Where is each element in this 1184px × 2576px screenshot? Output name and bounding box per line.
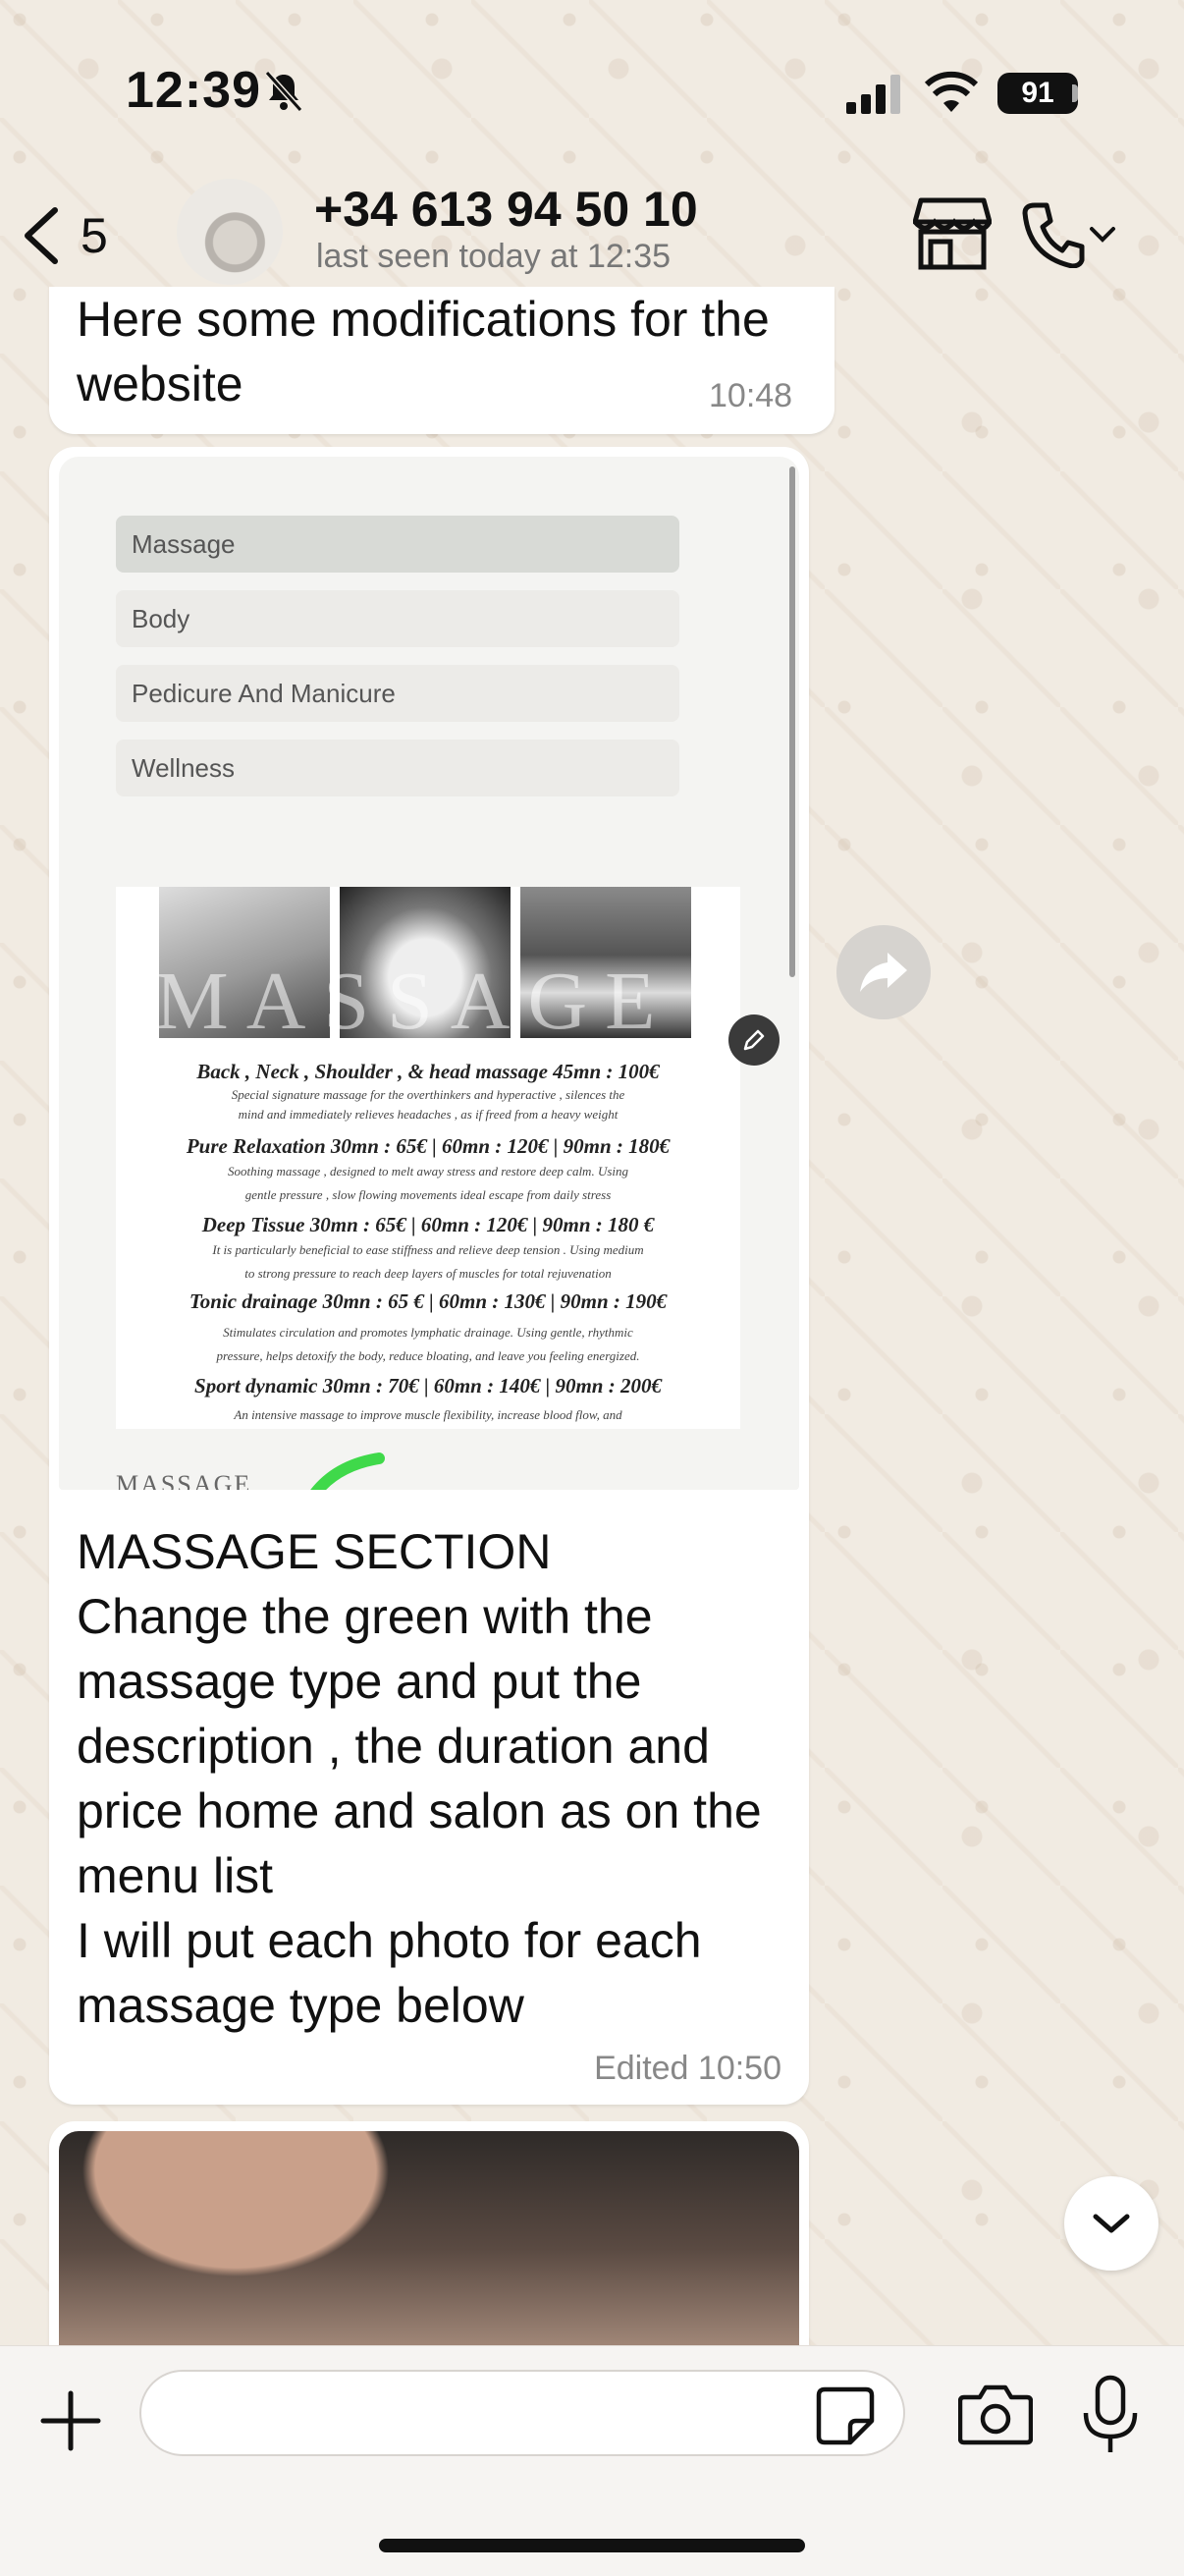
plus-icon[interactable] — [35, 2385, 106, 2456]
battery-nub — [1072, 84, 1078, 102]
forward-button[interactable] — [836, 925, 931, 1019]
poster-heading: Pure Relaxation 30mn : 65€ | 60mn : 120€… — [186, 1134, 671, 1158]
poster-description: pressure, helps detoxify the body, reduc… — [216, 1348, 640, 1363]
poster-heading: Deep Tissue 30mn : 65€ | 60mn : 120€ | 9… — [201, 1213, 655, 1236]
bell-slash-icon — [264, 70, 303, 113]
message-line: Change the green with the — [77, 1589, 653, 1644]
contact-name[interactable]: +34 613 94 50 10 — [314, 181, 698, 238]
chevron-down-icon — [1090, 227, 1115, 243]
phone-icon — [1022, 202, 1085, 268]
message-composer — [0, 2345, 1184, 2576]
edit-icon[interactable] — [728, 1014, 780, 1066]
chevron-down-icon — [1093, 2214, 1130, 2233]
chat-header: 5 +34 613 94 50 10 last seen today at 12… — [0, 167, 1184, 295]
poster-title: MASSAGE — [155, 956, 673, 1047]
camera-icon[interactable] — [958, 2382, 1033, 2446]
poster-description: It is particularly beneficial to ease st… — [212, 1242, 644, 1257]
wifi-icon — [925, 71, 978, 112]
poster-description: gentle pressure , slow flowing movements… — [244, 1187, 612, 1202]
massage-price-poster: MASSAGE Back , Neck , Shoulder , & head … — [116, 887, 740, 1429]
poster-description: Stimulates circulation and promotes lymp… — [223, 1325, 633, 1340]
signal-icon — [846, 75, 900, 114]
scroll-to-bottom-button[interactable] — [1064, 2176, 1158, 2271]
message-time: Edited 10:50 — [594, 2050, 781, 2087]
back-chevron-icon — [25, 207, 58, 264]
image-attachment[interactable]: Massage Body Pedicure And Manicure Welln… — [59, 457, 799, 1490]
message-bubble[interactable]: Here some modifications for the website … — [49, 287, 834, 434]
poster-description: Soothing massage , designed to melt away… — [227, 1164, 628, 1178]
call-button[interactable] — [1021, 196, 1139, 271]
poster-heading: Sport dynamic 30mn : 70€ | 60mn : 140€ |… — [194, 1374, 662, 1398]
message-text: MASSAGE SECTION Change the green with th… — [77, 1519, 793, 2038]
back-button[interactable]: 5 — [20, 196, 108, 275]
sticker-icon[interactable] — [815, 2385, 876, 2446]
contact-status: last seen today at 12:35 — [316, 238, 672, 275]
menu-item-pedicure: Pedicure And Manicure — [116, 665, 679, 722]
poster-heading: Back , Neck , Shoulder , & head massage … — [196, 1060, 660, 1083]
section-label: MASSAGE — [116, 1470, 252, 1490]
poster-description: An intensive massage to improve muscle f… — [234, 1407, 622, 1422]
message-bubble-with-image[interactable]: Massage Body Pedicure And Manicure Welln… — [49, 447, 809, 2105]
message-line: I will put each photo for each — [77, 1913, 702, 1968]
message-line: description , the duration and — [77, 1719, 710, 1774]
home-indicator — [379, 2539, 805, 2552]
message-line: massage type below — [77, 1978, 524, 2033]
avatar[interactable] — [177, 179, 283, 285]
unread-count: 5 — [81, 208, 108, 263]
forward-icon — [860, 953, 907, 992]
menu-item-wellness: Wellness — [116, 740, 679, 796]
status-bar: 12:39 91 — [0, 0, 1184, 167]
menu-item-massage: Massage — [116, 516, 679, 573]
message-line: menu list — [77, 1848, 274, 1903]
microphone-icon[interactable] — [1080, 2374, 1141, 2456]
battery-indicator: 91 — [997, 73, 1078, 114]
poster-heading: Tonic drainage 30mn : 65 € | 60mn : 130€… — [188, 1289, 668, 1313]
poster-description: to strong pressure to reach deep layers … — [244, 1266, 612, 1281]
poster-description: mind and immediately relieves headaches … — [238, 1107, 619, 1122]
poster-description: Special signature massage for the overth… — [231, 1087, 625, 1102]
preview-scrollbar — [789, 466, 795, 977]
message-line: massage type and put the — [77, 1654, 642, 1709]
green-highlight-mark — [310, 1452, 385, 1490]
message-line: price home and salon as on the — [77, 1783, 762, 1838]
message-input[interactable] — [139, 2370, 905, 2456]
shop-icon[interactable] — [913, 196, 992, 271]
message-line: MASSAGE SECTION — [77, 1524, 552, 1579]
message-time: 10:48 — [709, 377, 793, 414]
menu-item-body: Body — [116, 590, 679, 647]
status-time: 12:39 — [126, 62, 261, 119]
